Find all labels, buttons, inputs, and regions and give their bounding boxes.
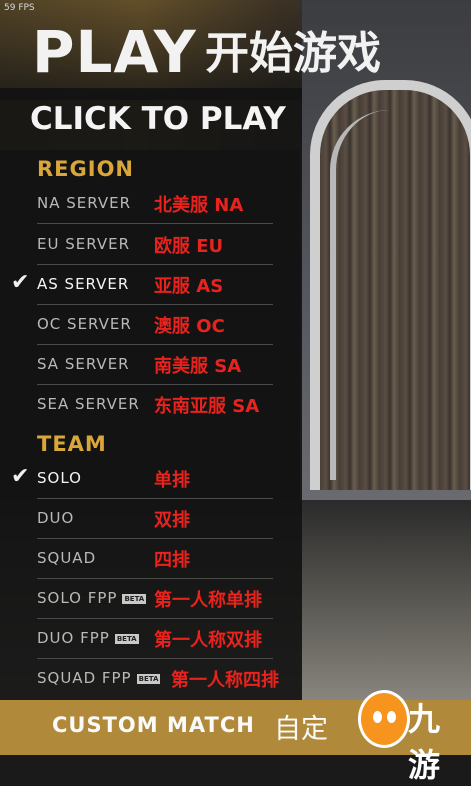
team-option-squad-fpp[interactable]: SQUAD FPP BETA 第一人称四排 <box>37 660 279 698</box>
region-option-oc[interactable]: OC SERVER 澳服 OC <box>37 306 273 345</box>
team-option-duo[interactable]: DUO 双排 <box>37 500 273 539</box>
team-option-label-cn: 第一人称单排 <box>154 590 262 611</box>
team-option-label: DUO <box>37 509 75 527</box>
play-title: PLAY <box>32 18 197 86</box>
region-option-label: EU SERVER <box>37 235 130 253</box>
mascot-icon <box>358 690 410 748</box>
region-option-na[interactable]: NA SERVER 北美服 NA <box>37 185 273 224</box>
team-option-squad[interactable]: SQUAD 四排 <box>37 540 273 579</box>
team-option-label-cn: 第一人称双排 <box>154 630 262 651</box>
checkmark-icon: ✔ <box>11 270 30 295</box>
team-option-label: DUO FPP BETA <box>37 629 139 647</box>
click-to-play-button[interactable]: CLICK TO PLAY <box>30 100 286 138</box>
region-option-label-cn: 欧服 EU <box>154 236 224 257</box>
watermark-text: 九游 <box>408 700 441 784</box>
team-option-label: SOLO <box>37 469 82 487</box>
region-option-label-cn: 南美服 SA <box>154 356 242 377</box>
team-option-label-cn: 单排 <box>154 470 190 491</box>
region-option-label: SEA SERVER <box>37 395 140 413</box>
region-option-label-cn: 亚服 AS <box>154 276 224 297</box>
play-title-cn: 开始游戏 <box>205 28 381 79</box>
beta-badge: BETA <box>114 633 139 644</box>
watermark-logo: 九游 <box>358 688 468 784</box>
region-option-label-cn: 澳服 OC <box>154 316 225 337</box>
team-option-solo-fpp[interactable]: SOLO FPP BETA 第一人称单排 <box>37 580 273 619</box>
region-option-label: NA SERVER <box>37 194 132 212</box>
team-option-label: SQUAD <box>37 549 97 567</box>
beta-badge: BETA <box>136 673 161 684</box>
custom-match-label: CUSTOM MATCH <box>52 713 255 737</box>
region-option-label: AS SERVER <box>37 275 130 293</box>
team-option-solo[interactable]: ✔ SOLO 单排 <box>11 460 273 499</box>
beta-badge: BETA <box>122 593 147 604</box>
fps-counter: 59 FPS <box>4 3 35 13</box>
region-option-label-cn: 北美服 NA <box>154 195 244 216</box>
region-option-label: OC SERVER <box>37 315 132 333</box>
region-option-as[interactable]: ✔ AS SERVER 亚服 AS <box>11 266 273 305</box>
team-option-label: SOLO FPP BETA <box>37 589 147 607</box>
background-arch-inner <box>330 110 451 480</box>
region-heading: REGION <box>37 157 134 181</box>
team-heading: TEAM <box>37 432 107 456</box>
team-option-label-cn: 四排 <box>154 550 190 571</box>
region-option-label-cn: 东南亚服 SA <box>154 396 260 417</box>
team-option-label-cn: 第一人称四排 <box>171 670 279 691</box>
region-option-sea[interactable]: SEA SERVER 东南亚服 SA <box>37 386 273 424</box>
checkmark-icon: ✔ <box>11 464 30 489</box>
team-option-duo-fpp[interactable]: DUO FPP BETA 第一人称双排 <box>37 620 273 659</box>
team-option-label: SQUAD FPP BETA <box>37 669 161 687</box>
custom-match-label-cn: 自定 <box>274 714 328 745</box>
region-option-eu[interactable]: EU SERVER 欧服 EU <box>37 226 273 265</box>
region-option-sa[interactable]: SA SERVER 南美服 SA <box>37 346 273 385</box>
team-option-label-cn: 双排 <box>154 510 190 531</box>
region-option-label: SA SERVER <box>37 355 130 373</box>
